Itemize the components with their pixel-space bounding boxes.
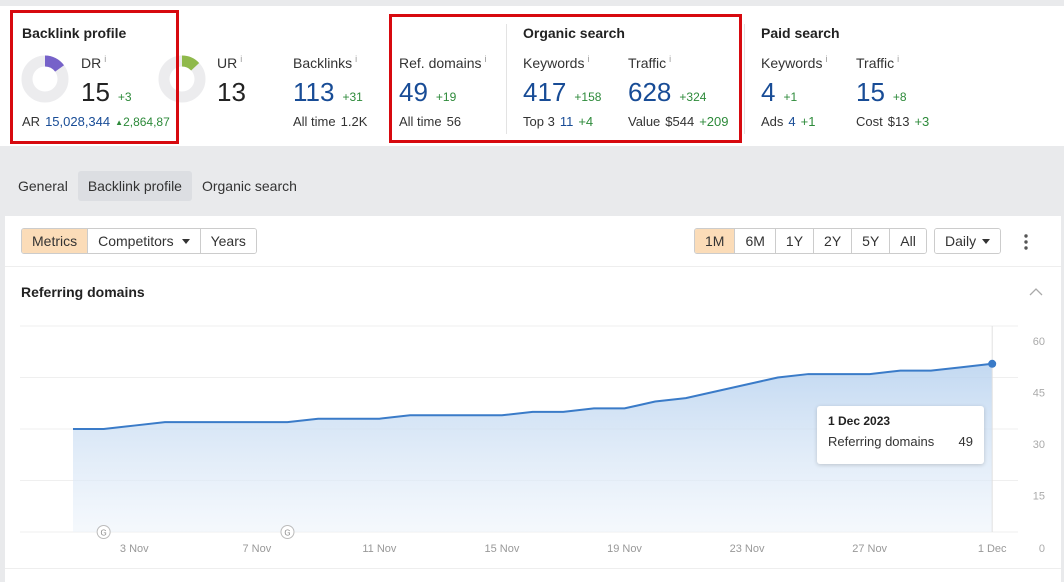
- y-tick-label: 30: [1033, 439, 1045, 451]
- referring-domains-chart: 3 Nov 7 Nov 11 Nov 15 Nov 19 Nov 23 Nov 27 Nov…: [20, 325, 1045, 555]
- x-tick-label: 11 Nov: [362, 543, 397, 555]
- x-tick-label: 1 Dec: [978, 543, 1007, 555]
- tooltip-label: Referring domains: [828, 434, 935, 449]
- x-tick-label: 15 Nov: [485, 543, 520, 555]
- x-tick-label: 19 Nov: [607, 543, 642, 555]
- x-tick-label: 23 Nov: [730, 543, 765, 555]
- google-update-marker-label: G: [101, 529, 107, 538]
- x-tick-label: 7 Nov: [242, 543, 271, 555]
- x-tick-label: 3 Nov: [120, 543, 149, 555]
- x-tick-label: 27 Nov: [852, 543, 887, 555]
- y-tick-label: 15: [1033, 491, 1045, 503]
- y-tick-label: 45: [1033, 388, 1045, 400]
- tooltip-date: 1 Dec 2023: [828, 414, 891, 428]
- chart-point-highlighted[interactable]: [988, 359, 997, 368]
- chart-tooltip: 1 Dec 2023 Referring domains 49: [817, 406, 984, 464]
- tooltip-value: 49: [958, 434, 973, 449]
- google-update-marker-icon[interactable]: G: [96, 525, 111, 539]
- tooltip-row: Referring domains 49: [828, 434, 973, 449]
- google-update-marker-label: G: [284, 529, 290, 538]
- y-tick-label: 60: [1033, 336, 1045, 348]
- google-update-marker-icon[interactable]: G: [280, 525, 295, 539]
- y-tick-label: 0: [1039, 543, 1045, 555]
